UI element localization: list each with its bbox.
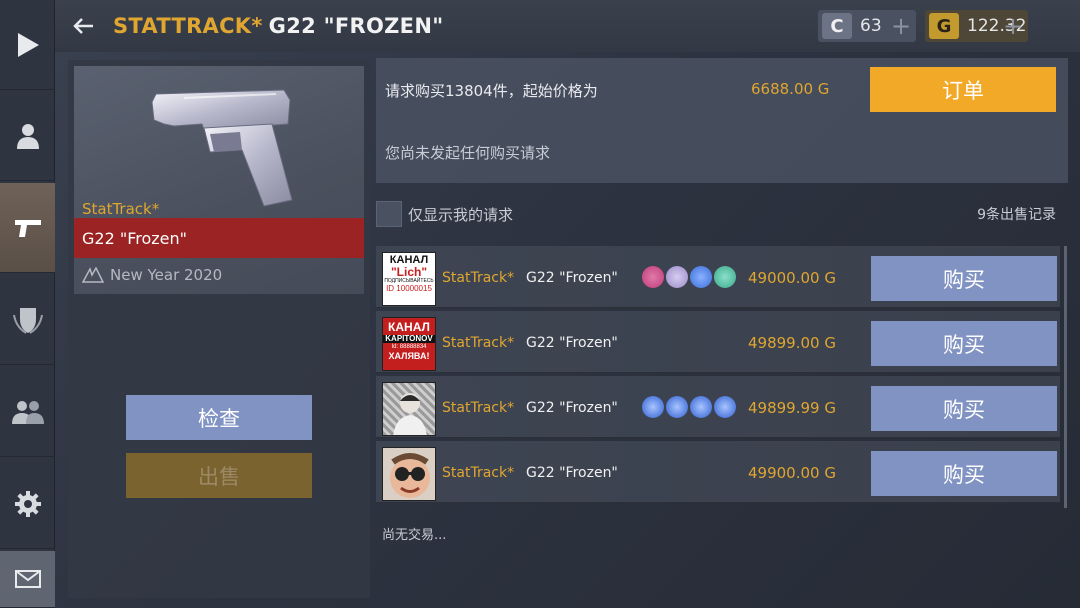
mail-icon (14, 570, 41, 588)
gold-icon: G (929, 13, 959, 39)
avatar-line: КАНАЛ (388, 320, 430, 334)
collection-name: New Year 2020 (110, 266, 223, 284)
inventory-button[interactable] (0, 183, 55, 273)
title-item-name: G22 "FROZEN" (268, 14, 444, 38)
filter-row: 仅显示我的请求 9条出售记录 (376, 200, 1068, 228)
pistol-icon (14, 219, 41, 237)
credits-value: 63 (860, 16, 882, 36)
listing-price: 49899.00 G (748, 334, 836, 352)
profile-button[interactable] (0, 91, 55, 181)
seller-avatar: КАНАЛ KAPITONOV Id: 88888834 ХАЛЯВА! (382, 317, 436, 371)
clan-button[interactable] (0, 275, 55, 365)
friends-button[interactable] (0, 367, 55, 457)
back-arrow-icon (73, 18, 93, 34)
gold-balance: G 122.32 + (925, 10, 1028, 42)
buy-request-box: 请求购买13804件，起始价格为 6688.00 G 订单 您尚未发起任何购买请… (376, 58, 1068, 183)
credits-icon: C (822, 13, 852, 39)
item-name: G22 "Frozen" (82, 228, 187, 248)
sticker-icon (642, 396, 664, 418)
profile-icon (16, 123, 39, 149)
sticker-icon (714, 266, 736, 288)
item-card: StatTrack* G22 "Frozen" New Year 2020 (74, 66, 364, 294)
listing-item-name: G22 "Frozen" (526, 270, 618, 286)
my-requests-checkbox[interactable] (376, 201, 402, 227)
buy-button[interactable]: 购买 (871, 386, 1057, 431)
side-nav-rail (0, 0, 55, 608)
seller-avatar (382, 447, 436, 501)
sticker-icon (666, 266, 688, 288)
seller-avatar: КАНАЛ "Lich" ПОДПИСЫВАЙТЕСЬ ID 10000015 (382, 252, 436, 306)
inspect-button[interactable]: 检查 (126, 395, 312, 440)
listing-stattrack: StatTrack* (442, 465, 515, 481)
listing-row: StatTrack* G22 "Frozen" 49899.99 G 购买 (376, 376, 1060, 438)
listing-item-name: G22 "Frozen" (526, 465, 618, 481)
stattrack-label: StatTrack* (82, 200, 160, 218)
avatar-line: KAPITONOV (383, 334, 435, 343)
listing-row: КАНАЛ KAPITONOV Id: 88888834 ХАЛЯВА! Sta… (376, 311, 1060, 373)
add-credits-button[interactable]: + (886, 10, 916, 42)
g22-pistol-image (151, 89, 293, 207)
request-start-price: 6688.00 G (751, 80, 830, 98)
item-panel: StatTrack* G22 "Frozen" New Year 2020 检查… (68, 60, 370, 598)
title-stattrack: STATTRACK* (113, 14, 263, 38)
collection-logo-icon (82, 267, 104, 283)
sales-count: 9条出售记录 (977, 207, 1056, 223)
listing-stattrack: StatTrack* (442, 400, 515, 416)
listing-stattrack: StatTrack* (442, 335, 515, 351)
sticker-icon (714, 396, 736, 418)
listing-price: 49899.99 G (748, 399, 836, 417)
listing-price: 49000.00 G (748, 269, 836, 287)
clan-shield-icon (12, 307, 43, 334)
sticker-list (642, 266, 736, 288)
sell-button[interactable]: 出售 (126, 453, 312, 498)
order-button[interactable]: 订单 (870, 67, 1056, 112)
avatar-line: "Lich" (390, 265, 428, 279)
listing-stattrack: StatTrack* (442, 270, 515, 286)
my-requests-label[interactable]: 仅显示我的请求 (408, 204, 513, 225)
seller-avatar (382, 382, 436, 436)
settings-gear-icon (14, 490, 41, 517)
settings-button[interactable] (0, 459, 55, 549)
item-name-bar: G22 "Frozen" (74, 218, 364, 258)
listing-item-name: G22 "Frozen" (526, 400, 618, 416)
top-bar: STATTRACK* G22 "FROZEN" C 63 + G 122.32 + (55, 0, 1080, 52)
listing-price: 49900.00 G (748, 464, 836, 482)
buy-button[interactable]: 购买 (871, 451, 1057, 496)
sticker-list (642, 396, 736, 418)
buy-button[interactable]: 购买 (871, 256, 1057, 301)
mail-button[interactable] (0, 551, 55, 608)
page-title: STATTRACK* G22 "FROZEN" (113, 14, 443, 38)
request-summary: 请求购买13804件，起始价格为 (385, 82, 598, 100)
back-button[interactable] (73, 0, 113, 52)
credits-balance: C 63 + (818, 10, 916, 42)
sticker-icon (642, 266, 664, 288)
sticker-icon (666, 396, 688, 418)
listing-item-name: G22 "Frozen" (526, 335, 618, 351)
buy-button[interactable]: 购买 (871, 321, 1057, 366)
avatar-photo (393, 393, 427, 435)
friends-icon (11, 400, 44, 424)
avatar-line: ID 10000015 (386, 284, 432, 293)
avatar-line: ХАЛЯВА! (388, 351, 430, 362)
avatar-photo (390, 453, 430, 498)
sticker-icon (690, 266, 712, 288)
no-trades-text: 尚无交易... (382, 528, 447, 543)
play-icon (17, 32, 39, 57)
listing-row: КАНАЛ "Lich" ПОДПИСЫВАЙТЕСЬ ID 10000015 … (376, 246, 1060, 308)
add-gold-button[interactable]: + (998, 10, 1028, 42)
collection-info: New Year 2020 (82, 266, 222, 284)
listing-row: StatTrack* G22 "Frozen" 49900.00 G 购买 (376, 441, 1060, 503)
listings-scrollbar[interactable] (1064, 246, 1067, 508)
avatar-line: Id: 88888834 (391, 343, 427, 350)
sticker-icon (690, 396, 712, 418)
play-button[interactable] (0, 0, 55, 90)
no-requests-text: 您尚未发起任何购买请求 (385, 144, 551, 162)
